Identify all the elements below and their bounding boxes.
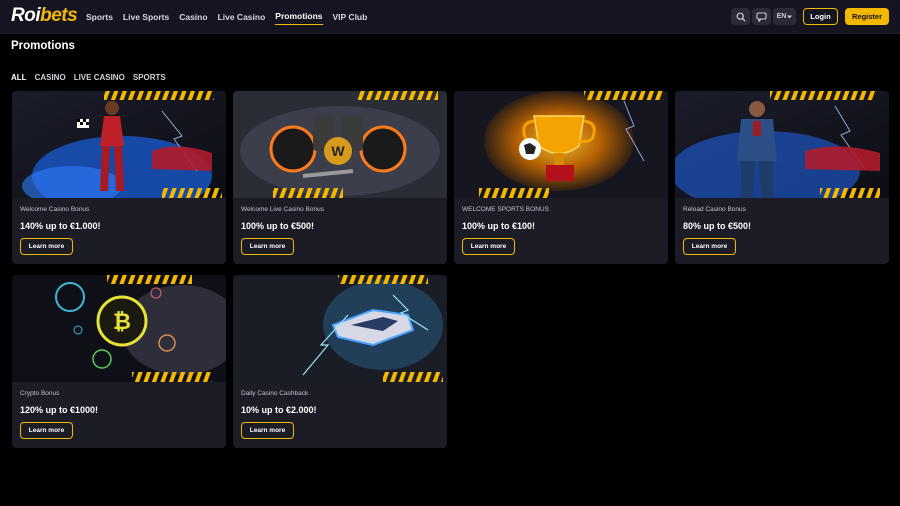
learn-more-button[interactable]: Learn more	[241, 238, 294, 255]
promo-card: Welcome Casino Bonus 140% up to €1.000! …	[12, 91, 226, 264]
roibets-logo[interactable]: Roibets	[11, 5, 78, 27]
promo-card: W Welcome Live Casino Bonus 100% up to €…	[233, 91, 447, 264]
nav-casino[interactable]: Casino	[179, 0, 207, 34]
crypto-coins-image: ₿	[12, 275, 226, 382]
chevron-down-icon	[787, 15, 793, 18]
promo-name: Crypto Bonus	[20, 390, 60, 397]
promo-offer: 100% up to €100!	[462, 221, 536, 231]
learn-more-button[interactable]: Learn more	[20, 238, 73, 255]
top-header: Roibets Sports Live Sports Casino Live C…	[0, 0, 900, 34]
main-nav: Sports Live Sports Casino Live Casino Pr…	[86, 0, 377, 34]
promo-offer: 120% up to €1000!	[20, 405, 99, 415]
svg-text:W: W	[331, 143, 345, 159]
promo-name: Welcome Casino Bonus	[20, 206, 90, 213]
chat-icon	[756, 11, 767, 22]
promo-card: ₿ Crypto Bonus 120% up to €1000! Learn m…	[12, 275, 226, 448]
promo-offer: 80% up to €500!	[683, 221, 752, 231]
promo-offer: 100% up to €500!	[241, 221, 315, 231]
nav-sports[interactable]: Sports	[86, 0, 113, 34]
filter-sports[interactable]: SPORTS	[133, 73, 166, 82]
page-title: Promotions	[11, 40, 75, 52]
filter-all[interactable]: ALL	[11, 73, 27, 82]
promo-offer: 10% up to €2.000!	[241, 405, 317, 415]
nav-vip-club[interactable]: VIP Club	[333, 0, 368, 34]
language-selector[interactable]: EN	[773, 8, 796, 25]
promo-name: WELCOME SPORTS BONUS	[462, 206, 549, 213]
promo-card: WELCOME SPORTS BONUS 100% up to €100! Le…	[454, 91, 668, 264]
man-denim-image	[675, 91, 889, 198]
svg-text:₿: ₿	[113, 309, 131, 334]
filter-live-casino[interactable]: LIVE CASINO	[74, 73, 125, 82]
promo-name: Daily Casino Cashback	[241, 390, 309, 397]
nav-promotions[interactable]: Promotions	[275, 9, 323, 25]
chat-button[interactable]	[752, 8, 771, 25]
promo-card: Daily Casino Cashback 10% up to €2.000! …	[233, 275, 447, 448]
engine-w-image: W	[233, 91, 447, 198]
learn-more-button[interactable]: Learn more	[683, 238, 736, 255]
race-car-image	[233, 275, 447, 382]
login-button[interactable]: Login	[803, 8, 838, 25]
promo-card: Reload Casino Bonus 80% up to €500! Lear…	[675, 91, 889, 264]
promo-name: Welcome Live Casino Bonus	[241, 206, 324, 213]
register-button[interactable]: Register	[845, 8, 889, 25]
nav-live-sports[interactable]: Live Sports	[123, 0, 169, 34]
learn-more-button[interactable]: Learn more	[462, 238, 515, 255]
filter-casino[interactable]: CASINO	[35, 73, 66, 82]
promotion-filters: ALL CASINO LIVE CASINO SPORTS	[11, 73, 166, 82]
learn-more-button[interactable]: Learn more	[20, 422, 73, 439]
trophy-image	[454, 91, 668, 198]
learn-more-button[interactable]: Learn more	[241, 422, 294, 439]
nav-live-casino[interactable]: Live Casino	[218, 0, 266, 34]
promo-name: Reload Casino Bonus	[683, 206, 746, 213]
racer-woman-image	[12, 91, 226, 198]
promo-offer: 140% up to €1.000!	[20, 221, 101, 231]
search-icon	[736, 12, 745, 21]
search-button[interactable]	[731, 8, 750, 25]
